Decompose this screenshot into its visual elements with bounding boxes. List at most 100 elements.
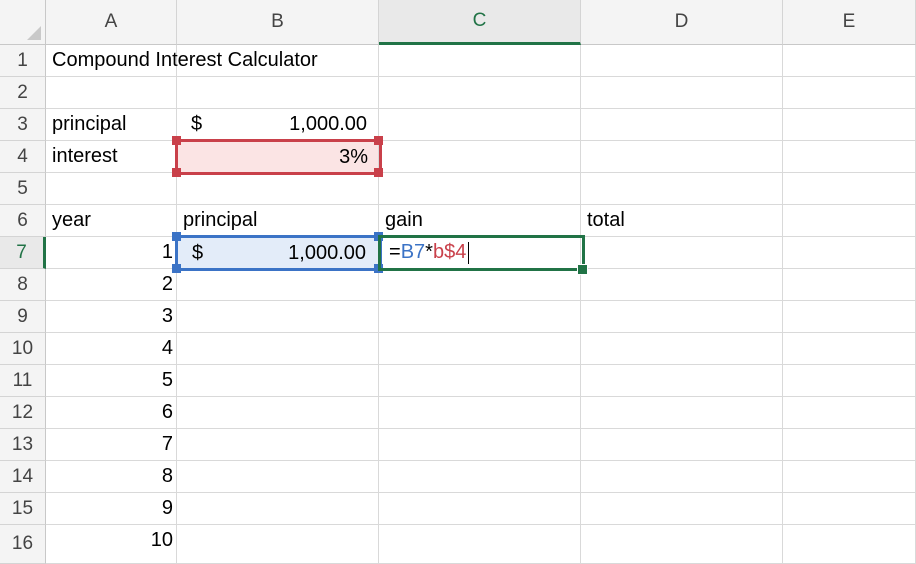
cell-a3[interactable]: principal xyxy=(46,109,177,141)
grid-cell[interactable] xyxy=(783,365,916,397)
reference-handle[interactable] xyxy=(172,168,181,177)
cell-a6[interactable]: year xyxy=(46,205,177,237)
reference-handle[interactable] xyxy=(172,136,181,145)
grid-cell[interactable] xyxy=(379,365,581,397)
row-header-13[interactable]: 13 xyxy=(0,429,46,461)
grid-cell[interactable] xyxy=(783,493,916,525)
grid-cell[interactable] xyxy=(177,525,379,564)
grid-cell[interactable] xyxy=(581,109,783,141)
grid-cell[interactable] xyxy=(783,45,916,77)
grid-cell[interactable] xyxy=(783,301,916,333)
year-cell[interactable]: 6 xyxy=(46,397,177,429)
year-cell[interactable]: 8 xyxy=(46,461,177,493)
grid-cell[interactable] xyxy=(379,109,581,141)
grid-cell[interactable] xyxy=(177,365,379,397)
grid-cell[interactable] xyxy=(783,141,916,173)
grid-cell[interactable] xyxy=(783,109,916,141)
grid-cell[interactable] xyxy=(379,333,581,365)
row-header-8[interactable]: 8 xyxy=(0,269,46,301)
grid-cell[interactable] xyxy=(783,333,916,365)
cell-b4[interactable]: 3% xyxy=(178,142,378,173)
grid-cell[interactable] xyxy=(46,77,177,109)
grid-cell[interactable] xyxy=(379,397,581,429)
grid-cell[interactable] xyxy=(581,77,783,109)
grid-cell[interactable] xyxy=(177,333,379,365)
year-cell[interactable]: 7 xyxy=(46,429,177,461)
reference-handle[interactable] xyxy=(374,264,383,273)
year-cell[interactable]: 3 xyxy=(46,301,177,333)
grid-cell[interactable] xyxy=(46,173,177,205)
grid-cell[interactable] xyxy=(379,141,581,173)
grid-cell[interactable] xyxy=(581,493,783,525)
grid-cell[interactable] xyxy=(581,365,783,397)
reference-handle[interactable] xyxy=(374,232,383,241)
grid-cell[interactable] xyxy=(379,45,581,77)
reference-handle[interactable] xyxy=(172,264,181,273)
grid-cell[interactable] xyxy=(379,493,581,525)
column-header-e[interactable]: E xyxy=(783,0,916,45)
grid-cell[interactable] xyxy=(379,301,581,333)
row-header-14[interactable]: 14 xyxy=(0,461,46,493)
year-cell[interactable]: 9 xyxy=(46,493,177,525)
grid-cell[interactable] xyxy=(581,301,783,333)
year-cell[interactable]: 5 xyxy=(46,365,177,397)
reference-handle[interactable] xyxy=(374,168,383,177)
grid-cell[interactable] xyxy=(783,77,916,109)
year-cell[interactable]: 2 xyxy=(46,269,177,301)
grid-cell[interactable] xyxy=(177,269,379,301)
cell-a1[interactable]: Compound Interest Calculator xyxy=(46,45,381,77)
grid-cell[interactable] xyxy=(177,429,379,461)
column-header-b[interactable]: B xyxy=(177,0,379,45)
grid-cell[interactable] xyxy=(379,269,581,301)
grid-cell[interactable] xyxy=(177,397,379,429)
grid-cell[interactable] xyxy=(783,173,916,205)
select-all-corner[interactable] xyxy=(0,0,46,45)
grid-cell[interactable] xyxy=(581,429,783,461)
grid-cell[interactable] xyxy=(783,237,916,269)
grid-cell[interactable] xyxy=(379,77,581,109)
grid-cell[interactable] xyxy=(783,269,916,301)
row-header-11[interactable]: 11 xyxy=(0,365,46,397)
year-cell[interactable]: 4 xyxy=(46,333,177,365)
grid-cell[interactable] xyxy=(581,141,783,173)
row-header-3[interactable]: 3 xyxy=(0,109,46,141)
grid-cell[interactable] xyxy=(581,397,783,429)
row-header-12[interactable]: 12 xyxy=(0,397,46,429)
grid-cell[interactable] xyxy=(581,237,783,269)
grid-cell[interactable] xyxy=(581,45,783,77)
grid-cell[interactable] xyxy=(177,461,379,493)
row-header-4[interactable]: 4 xyxy=(0,141,46,173)
row-header-7[interactable]: 7 xyxy=(0,237,46,269)
grid-cell[interactable] xyxy=(379,461,581,493)
grid-cell[interactable] xyxy=(581,333,783,365)
grid-cell[interactable] xyxy=(783,525,916,564)
year-cell[interactable]: 1 xyxy=(46,237,177,269)
row-header-5[interactable]: 5 xyxy=(0,173,46,205)
row-header-15[interactable]: 15 xyxy=(0,493,46,525)
grid-cell[interactable] xyxy=(177,493,379,525)
row-header-2[interactable]: 2 xyxy=(0,77,46,109)
cell-b3[interactable]: $ 1,000.00 xyxy=(177,109,379,141)
cell-c6[interactable]: gain xyxy=(379,205,581,237)
row-header-1[interactable]: 1 xyxy=(0,45,46,77)
column-header-d[interactable]: D xyxy=(581,0,783,45)
row-header-6[interactable]: 6 xyxy=(0,205,46,237)
column-header-a[interactable]: A xyxy=(46,0,177,45)
grid-cell[interactable] xyxy=(581,269,783,301)
reference-handle[interactable] xyxy=(374,136,383,145)
row-header-9[interactable]: 9 xyxy=(0,301,46,333)
column-header-c[interactable]: C xyxy=(379,0,581,45)
cell-b6[interactable]: principal xyxy=(177,205,379,237)
fill-handle[interactable] xyxy=(577,264,588,275)
year-cell[interactable]: 10 xyxy=(46,525,177,557)
cell-d6[interactable]: total xyxy=(581,205,783,237)
grid-cell[interactable] xyxy=(379,525,581,564)
grid-cell[interactable] xyxy=(177,173,379,205)
grid-cell[interactable] xyxy=(379,429,581,461)
row-header-16[interactable]: 16 xyxy=(0,525,46,564)
row-header-10[interactable]: 10 xyxy=(0,333,46,365)
grid-cell[interactable] xyxy=(581,173,783,205)
grid-cell[interactable] xyxy=(581,525,783,564)
grid-cell[interactable] xyxy=(581,461,783,493)
grid-cell[interactable] xyxy=(783,205,916,237)
